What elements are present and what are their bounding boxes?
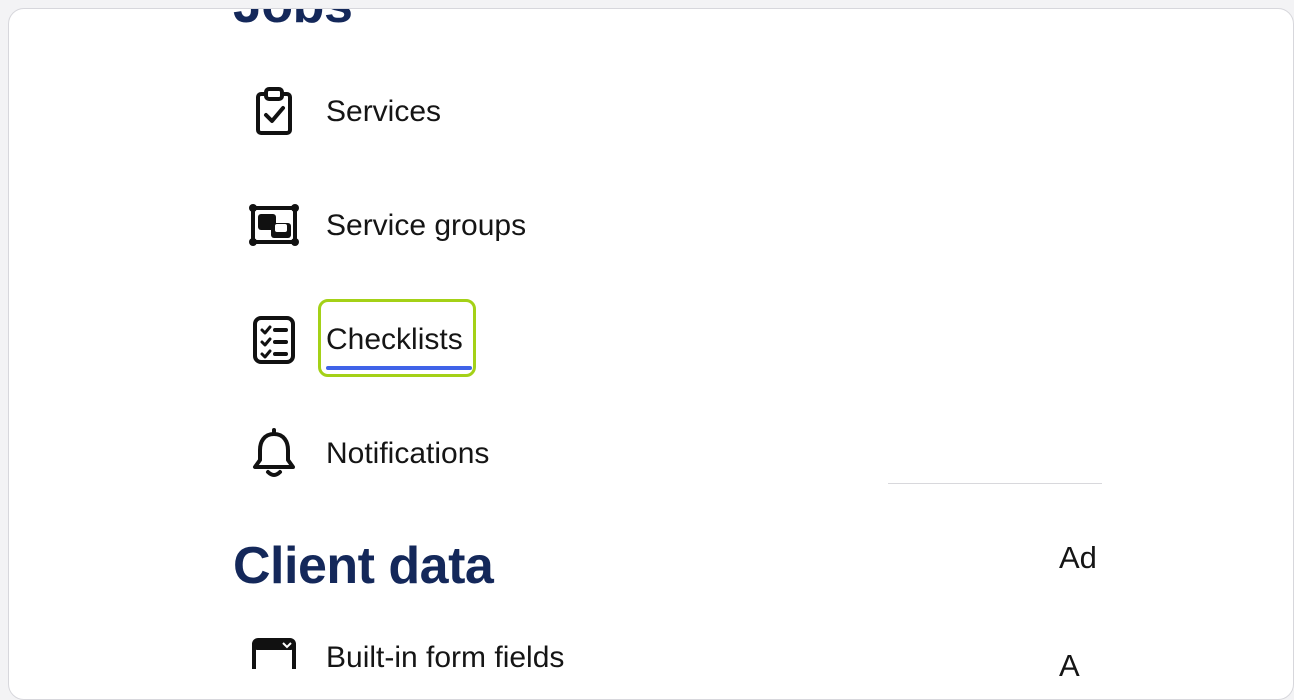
- settings-window: Jobs Services Service groups: [8, 8, 1294, 700]
- jobs-heading: Jobs: [233, 9, 353, 35]
- service-groups-icon: [247, 198, 301, 254]
- panel-divider: [888, 483, 1102, 484]
- sidebar-item-service-groups[interactable]: Service groups: [247, 198, 526, 254]
- right-panel-text: Ad: [1059, 540, 1097, 575]
- sidebar-item-services[interactable]: Services: [247, 84, 441, 140]
- bell-icon: [247, 426, 301, 482]
- active-item-underline: [326, 366, 472, 370]
- clipboard-check-icon: [247, 84, 301, 140]
- sidebar-item-service-groups-label: Service groups: [326, 209, 527, 242]
- checklist-icon: [247, 312, 301, 368]
- sidebar-item-services-label: Services: [326, 95, 442, 128]
- sidebar-item-built-in-form-fields[interactable]: Built-in form fields: [247, 630, 565, 674]
- sidebar-item-notifications-label: Notifications: [326, 437, 490, 470]
- sidebar-item-built-in-form-fields-label: Built-in form fields: [326, 641, 565, 674]
- right-panel-text-secondary: A: [1059, 648, 1080, 683]
- sidebar-item-notifications[interactable]: Notifications: [247, 426, 489, 482]
- client-data-heading: Client data: [233, 537, 494, 595]
- form-fields-icon: [247, 630, 301, 669]
